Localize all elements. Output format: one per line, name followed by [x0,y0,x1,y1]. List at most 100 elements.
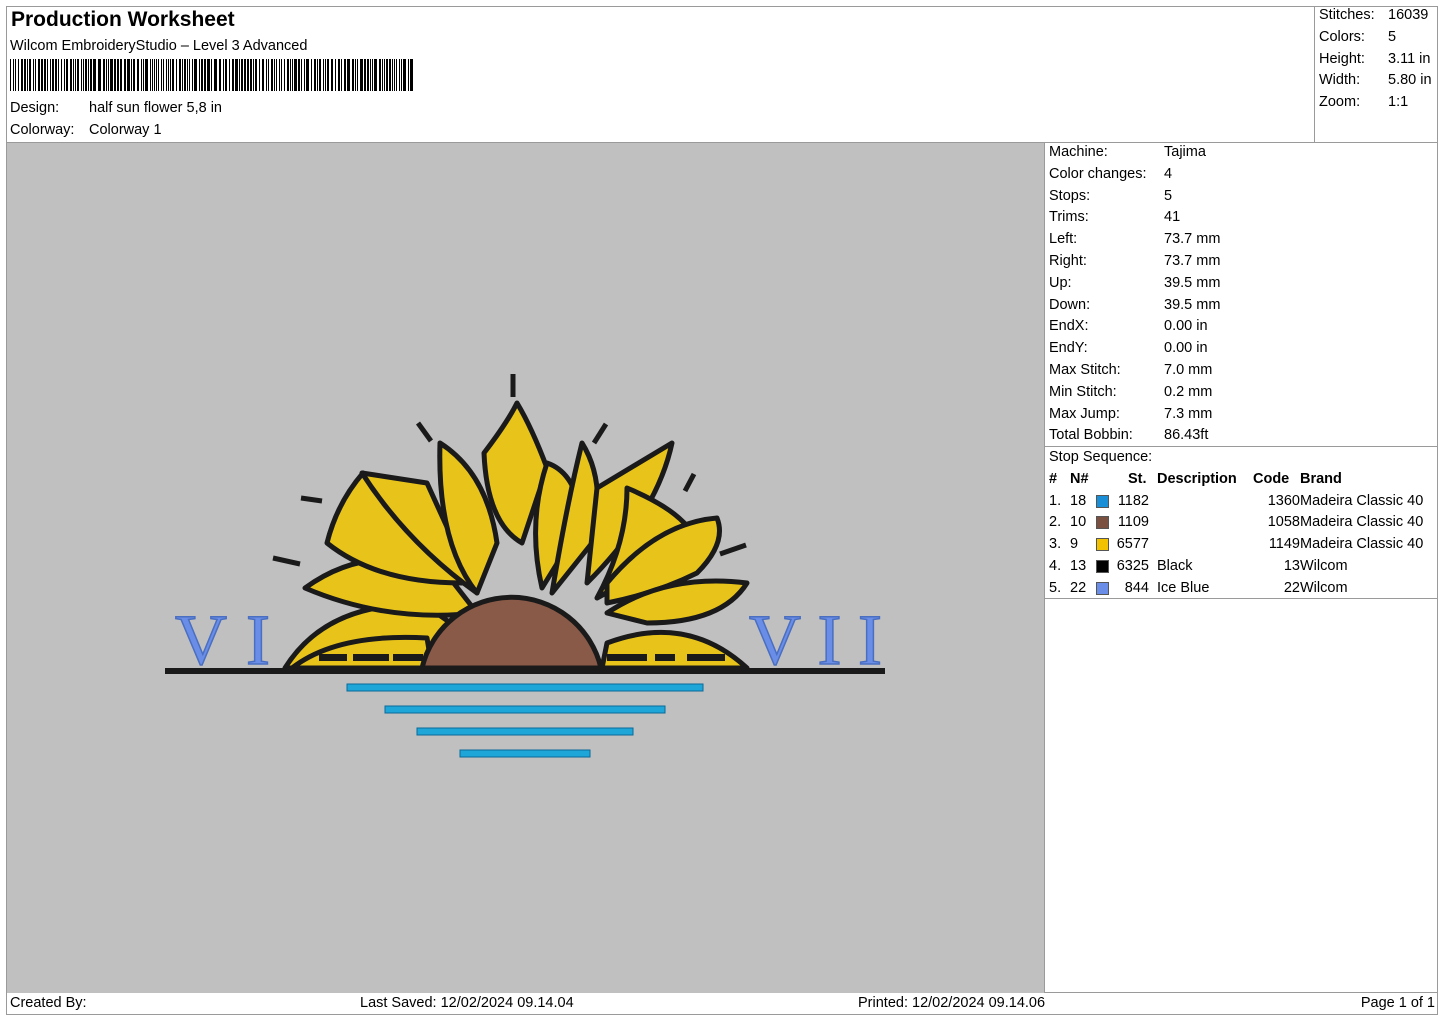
barcode-bar [179,59,181,91]
barcode-bar [90,59,92,91]
barcode-bar [64,59,65,91]
machine-info-value: 39.5 mm [1164,274,1221,291]
barcode-bar [250,59,252,91]
footer-printed: Printed: 12/02/2024 09.14.06 [858,995,1046,1011]
barcode-bar [279,59,280,91]
machine-info-value: 73.7 mm [1164,253,1221,269]
barcode-bar [124,59,126,91]
barcode-bar [323,59,324,91]
barcode-bar [253,59,254,91]
barcode-bar [244,59,246,91]
barcode-bar [150,59,151,91]
machine-info-label: Down: [1049,296,1091,313]
barcode-bar [44,59,46,91]
col-code: Code [1253,470,1290,487]
barcode-bar [73,59,74,91]
barcode-bar [347,59,350,91]
barcode-bar [47,59,48,91]
barcode-bar [274,59,275,91]
design-preview: VI VII [7,143,1044,993]
barcode-bar [232,59,234,91]
barcode-bar [370,59,371,91]
barcode-bar [304,59,305,91]
barcode-bar [127,59,130,91]
barcode-bar [386,59,388,91]
barcode-bar [33,59,34,91]
barcode-bar [357,59,358,91]
barcode-bar [192,59,193,91]
barcode-bar [259,59,260,91]
stop-index: 1. [1049,492,1062,509]
machine-info-label: Min Stitch: [1049,383,1117,400]
barcode-bar [50,59,51,91]
stop-needle: 13 [1070,558,1087,574]
barcode-bar [294,59,297,91]
barcode-bar [394,59,395,91]
barcode-bar [271,59,273,91]
machine-info-label: Up: [1049,274,1072,291]
barcode-bar [131,59,132,91]
color-swatch [1096,560,1109,573]
barcode-bar [344,59,346,91]
footer: Created By: Last Saved: 12/02/2024 09.14… [10,995,1435,1015]
footer-page: Page 1 of 1 [1360,995,1435,1011]
barcode-bar [287,59,289,91]
barcode-bar [189,59,190,91]
barcode-bar [399,59,400,91]
stop-index: 5. [1049,579,1062,596]
col-needle: N# [1070,470,1089,487]
barcode-bar [166,59,167,91]
barcode-bar [229,59,230,91]
stop-brand: Madeira Classic 40 [1300,514,1424,531]
barcode-bar [168,59,169,91]
col-stitches: St. [1128,470,1147,487]
barcode-bar [103,59,105,91]
barcode-bar [292,59,293,91]
barcode [10,59,413,91]
barcode-bar [268,59,269,91]
barcode-bar [247,59,249,91]
barcode-bar [355,59,356,91]
stop-stitches: 844 [1124,579,1149,596]
barcode-bar [314,59,316,91]
stop-code: 1149 [1268,536,1300,553]
barcode-bar [290,59,291,91]
footer-last-saved: Last Saved: 12/02/2024 09.14.04 [360,995,574,1011]
barcode-bar [360,59,363,91]
barcode-bar [176,59,177,91]
machine-info-value: 5 [1164,187,1173,204]
machine-info-label: Total Bobbin: [1049,427,1133,444]
stop-stitches: 1182 [1117,492,1149,509]
stop-needle: 10 [1070,514,1087,531]
stop-index: 4. [1049,558,1062,574]
side-panel-divider [1044,142,1045,993]
col-description: Description [1157,470,1237,487]
barcode-bar [141,59,142,91]
barcode-bar [143,59,144,91]
colorway-value: Colorway 1 [89,122,162,138]
barcode-bar [77,59,79,91]
barcode-bar [10,59,11,91]
barcode-bar [255,59,257,91]
barcode-bar [403,59,406,91]
stop-code: 1058 [1267,514,1300,531]
barcode-bar [396,59,397,91]
barcode-bar [15,59,16,91]
stop-description: Ice Blue [1157,579,1210,596]
barcode-bar [137,59,139,91]
machine-info-value: 39.5 mm [1164,296,1221,313]
barcode-bar [374,59,377,91]
barcode-bar [88,59,89,91]
stop-brand: Wilcom [1300,558,1348,574]
barcode-bar [172,59,174,91]
barcode-bar [93,59,96,91]
barcode-bar [219,59,221,91]
barcode-bar [52,59,54,91]
barcode-bar [204,59,206,91]
colorway-label: Colorway: [10,122,75,138]
stop-code: 1360 [1267,492,1300,509]
machine-info-label: Left: [1049,231,1078,248]
barcode-bar [319,59,321,91]
barcode-bar [58,59,59,91]
machine-info-value: 0.00 in [1164,318,1208,335]
